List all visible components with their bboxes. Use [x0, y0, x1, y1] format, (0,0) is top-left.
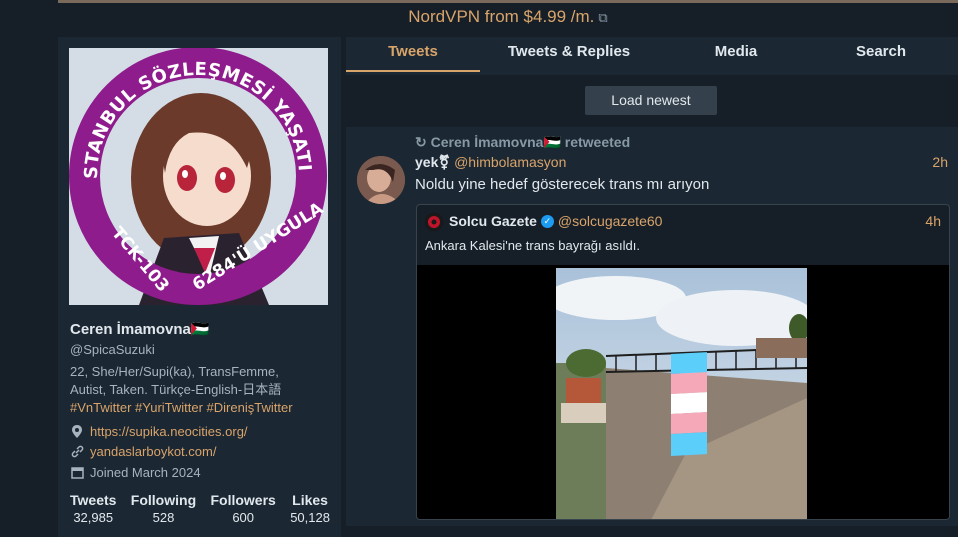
stat-label: Followers: [210, 492, 276, 508]
tab-media[interactable]: Media: [658, 37, 814, 72]
tweet-author[interactable]: yek⚧ @himbolamasyon: [415, 154, 566, 171]
external-link-icon: ⧉: [598, 10, 608, 25]
profile-handle: @SpicaSuzuki: [70, 342, 155, 357]
quoted-tweet[interactable]: Solcu Gazete ✓ @solcugazete60 4h Ankara …: [416, 204, 950, 520]
timeline-tweet[interactable]: ↻ Ceren İmamovna🇵🇸 retweeted yek⚧ @himbol…: [346, 127, 958, 526]
author-handle: @himbolamasyon: [454, 154, 567, 170]
quote-photo[interactable]: [556, 268, 807, 519]
profile-stats: Tweets 32,985 Following 528 Followers 60…: [70, 492, 330, 525]
ad-text: NordVPN from $4.99 /m.: [408, 7, 595, 26]
load-newest-button[interactable]: Load newest: [585, 86, 717, 115]
profile-avatar[interactable]: İSTANBUL SÖZLEŞMESİ YAŞATIR TCK-103 6284…: [69, 48, 328, 305]
retweet-text: Ceren İmamovna🇵🇸 retweeted: [430, 134, 631, 150]
stat-label: Following: [130, 492, 197, 508]
quote-text: Ankara Kalesi'ne trans bayrağı asıldı.: [425, 238, 640, 253]
location-link[interactable]: https://supika.neocities.org/: [90, 424, 248, 439]
profile-name: Ceren İmamovna🇵🇸: [70, 321, 210, 338]
stat-followers[interactable]: Followers 600: [210, 492, 275, 525]
stat-following[interactable]: Following 528: [131, 492, 196, 525]
verified-badge-icon: ✓: [540, 214, 554, 228]
calendar-icon: [70, 466, 84, 480]
sponsored-link[interactable]: NordVPN from $4.99 /m. ⧉: [0, 7, 958, 27]
retweet-indicator: ↻ Ceren İmamovna🇵🇸 retweeted: [415, 134, 630, 151]
tweet-avatar[interactable]: [357, 156, 405, 204]
stat-value: 600: [232, 510, 255, 525]
quote-author-name: Solcu Gazete: [449, 213, 537, 229]
location-pin-icon: [70, 425, 84, 439]
quote-media[interactable]: [417, 265, 949, 519]
author-name: yek⚧: [415, 154, 451, 170]
profile-location: https://supika.neocities.org/: [70, 424, 248, 439]
stat-likes[interactable]: Likes 50,128: [290, 492, 330, 525]
stat-value: 50,128: [290, 510, 330, 525]
tab-search[interactable]: Search: [814, 37, 948, 72]
tweet-text: Noldu yine hedef gösterecek trans mı arı…: [415, 176, 710, 193]
profile-website: yandaslarboykot.com/: [70, 444, 216, 459]
profile-joined: Joined March 2024: [70, 465, 201, 480]
quote-author-handle: @solcugazete60: [557, 213, 663, 229]
retweet-icon: ↻: [415, 134, 427, 150]
stat-value: 528: [152, 510, 175, 525]
stat-value: 32,985: [73, 510, 114, 525]
joined-date: Joined March 2024: [90, 465, 201, 480]
profile-card: İSTANBUL SÖZLEŞMESİ YAŞATIR TCK-103 6284…: [58, 37, 341, 537]
stat-label: Likes: [292, 492, 328, 508]
tab-tweets[interactable]: Tweets: [346, 37, 480, 72]
tab-tweets-replies[interactable]: Tweets & Replies: [480, 37, 658, 72]
timeline-tabs: Tweets Tweets & Replies Media Search: [346, 37, 958, 72]
stat-label: Tweets: [70, 492, 117, 508]
load-newest-bar: Load newest: [346, 75, 958, 127]
website-link[interactable]: yandaslarboykot.com/: [90, 444, 216, 459]
link-icon: [70, 445, 84, 459]
top-banner-strip: [58, 0, 958, 3]
bio-line: Autist, Taken. Türkçe-English-日本語: [70, 382, 282, 397]
timeline-panel: Tweets Tweets & Replies Media Search Loa…: [346, 37, 958, 526]
bio-line: 22, She/Her/Supi(ka), TransFemme,: [70, 364, 279, 379]
tweet-time[interactable]: 2h: [932, 154, 948, 170]
profile-bio: 22, She/Her/Supi(ka), TransFemme, Autist…: [70, 363, 330, 417]
quote-author: Solcu Gazete ✓ @solcugazete60: [449, 213, 662, 229]
bio-hashtags[interactable]: #VnTwitter #YuriTwitter #DirenişTwitter: [70, 399, 330, 417]
stat-tweets[interactable]: Tweets 32,985: [70, 492, 116, 525]
quote-avatar: [425, 213, 443, 231]
quote-time: 4h: [925, 213, 941, 229]
